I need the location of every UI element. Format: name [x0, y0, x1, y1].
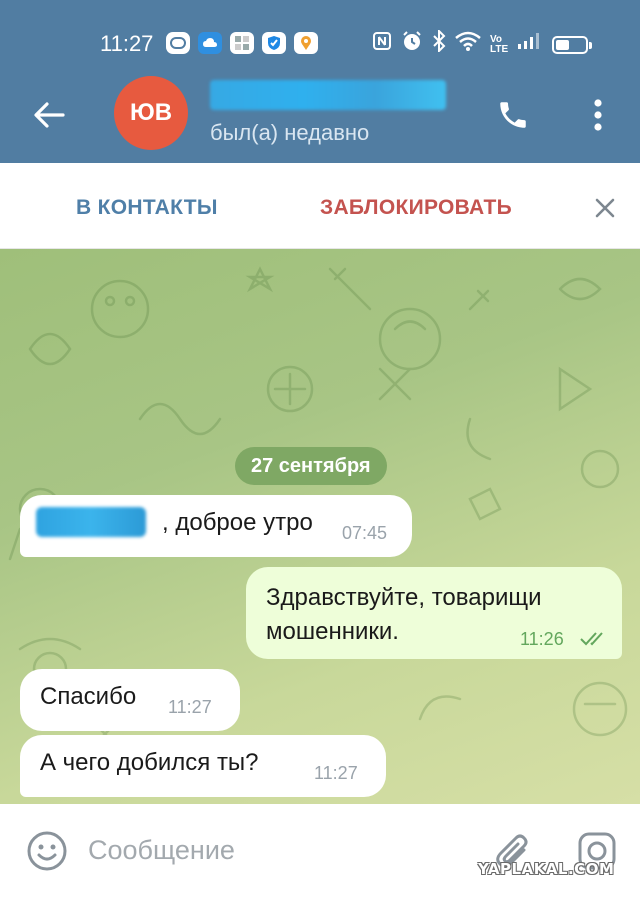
close-icon [595, 198, 615, 218]
more-vertical-icon [594, 99, 602, 131]
app-notification-icon [166, 32, 190, 54]
message-time: 07:45 [342, 523, 388, 543]
contact-status: был(а) недавно [210, 120, 370, 145]
message-time: 11:26 [520, 629, 564, 649]
volte-icon: Vo LTE [490, 35, 508, 55]
bluetooth-icon [432, 28, 446, 60]
more-menu-button[interactable] [578, 92, 618, 138]
message-time: 11:27 [168, 697, 212, 717]
redacted-text-scribble [36, 507, 146, 537]
close-bar-button[interactable] [588, 191, 622, 225]
battery-icon [552, 36, 593, 54]
signal-icon [517, 32, 540, 58]
block-button[interactable]: ЗАБЛОКИРОВАТЬ [320, 196, 512, 220]
back-button[interactable] [26, 92, 72, 138]
smiley-icon [27, 831, 67, 871]
battery-level [556, 40, 570, 50]
shield-icon [262, 32, 286, 54]
message-text: А чего добился ты? [40, 749, 259, 776]
add-contact-button[interactable]: В КОНТАКТЫ [76, 196, 218, 220]
message-text: , доброе утро [162, 509, 313, 536]
volte-label: Vo LTE [490, 34, 509, 55]
message-input[interactable] [88, 826, 468, 874]
message-text: Спасибо [40, 683, 137, 710]
message-incoming[interactable]: Спасибо 11:27 [20, 669, 240, 731]
emoji-button[interactable] [24, 828, 70, 874]
chat-header: 11:27 Vo LTE ЮВ был(а) недавно [0, 0, 640, 163]
arrow-left-icon [34, 102, 65, 128]
redacted-name-scribble [210, 80, 446, 110]
call-button[interactable] [490, 92, 536, 138]
message-outgoing[interactable]: Здравствуйте, товарищи мошенники. 11:26 [246, 567, 622, 659]
date-separator: 27 сентября [235, 447, 387, 485]
nfc-icon [372, 31, 392, 59]
system-icons: Vo LTE [372, 28, 593, 60]
watermark: YAPLAKAL.COM [478, 860, 615, 878]
gallery-icon [230, 32, 254, 54]
status-bar: 11:27 Vo LTE [0, 22, 640, 66]
message-incoming[interactable]: А чего добился ты? 11:27 [20, 735, 386, 797]
status-time: 11:27 [100, 31, 154, 56]
double-check-icon [580, 632, 603, 646]
alarm-icon [401, 30, 423, 60]
message-composer [0, 804, 640, 897]
phone-icon [500, 102, 526, 128]
notification-icons [166, 32, 318, 54]
location-icon [294, 32, 318, 54]
avatar[interactable]: ЮВ [114, 76, 188, 150]
message-incoming[interactable]: , доброе утро 07:45 [20, 495, 412, 557]
chat-area[interactable]: 27 сентября , доброе утро 07:45 Здравств… [0, 249, 640, 804]
message-time: 11:27 [314, 763, 358, 783]
wifi-icon [455, 31, 481, 59]
unknown-contact-bar: В КОНТАКТЫ ЗАБЛОКИРОВАТЬ [0, 163, 640, 249]
cloud-icon [198, 32, 222, 54]
